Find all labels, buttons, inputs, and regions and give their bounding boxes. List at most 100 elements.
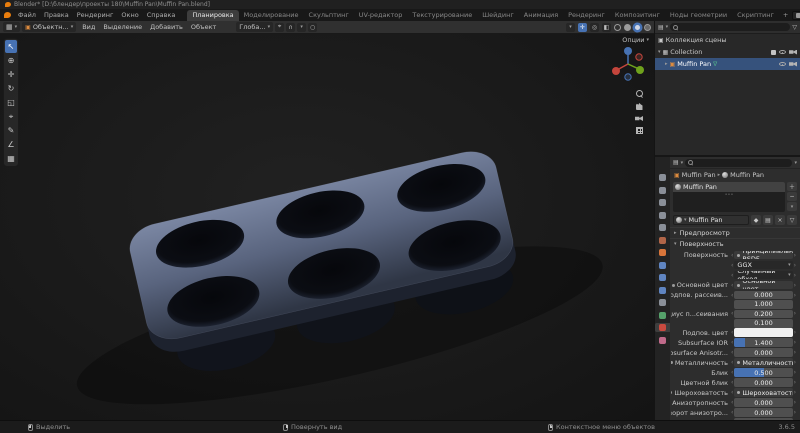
property-slider[interactable]: 0.500 (734, 368, 792, 377)
workspace-tab[interactable]: Планировка (187, 10, 238, 22)
cursor-tool[interactable]: ⊕ (5, 54, 17, 67)
property-slider[interactable]: 0.000 (734, 408, 792, 417)
hide-eye-icon[interactable] (779, 50, 786, 54)
properties-search-input[interactable] (685, 159, 792, 167)
viewport-menu-item[interactable]: Выделение (99, 22, 146, 32)
material-slot-list[interactable]: Muffin Pan ••• (673, 182, 785, 212)
add-cube-tool[interactable]: ▦ (5, 152, 17, 165)
viewport-menu-item[interactable]: Вид (78, 22, 99, 32)
add-slot-button[interactable]: ＋ (787, 182, 797, 191)
render-visibility-icon[interactable] (789, 50, 797, 55)
workspace-tab[interactable]: Текстурирование (407, 10, 477, 22)
shading-material-preview-button[interactable] (634, 24, 641, 31)
workspace-tab[interactable]: Скриптинг (732, 10, 779, 22)
property-value-field[interactable]: 1.000 (734, 300, 792, 309)
material-slot-item[interactable]: Muffin Pan (673, 182, 785, 192)
rotate-tool[interactable]: ↻ (5, 82, 17, 95)
unlink-material-button[interactable]: × (775, 215, 785, 225)
scene-selector[interactable]: ▾ Scene (792, 11, 800, 20)
navigation-gizmo[interactable] (610, 46, 646, 82)
workspace-tab[interactable]: Композитинг (610, 10, 665, 22)
zoom-icon[interactable] (636, 90, 643, 97)
hide-eye-icon[interactable] (779, 62, 786, 66)
menu-item[interactable]: Справка (143, 10, 180, 20)
viewport-menu-item[interactable]: Объект (187, 22, 220, 32)
annotate-tool[interactable]: ✎ (5, 124, 17, 137)
measure-tool[interactable]: ∠ (5, 138, 17, 151)
property-slider[interactable]: 0.000 (734, 348, 792, 357)
outliner-row-muffin-pan[interactable]: ▸ ▣ Muffin Pan ∇ (655, 58, 800, 70)
pan-hand-icon[interactable] (636, 103, 643, 110)
copy-material-button[interactable]: ▤ (763, 215, 773, 225)
workspace-tab[interactable]: Моделирование (239, 10, 304, 22)
xray-toggle[interactable]: ◧ (602, 23, 611, 32)
menu-item[interactable]: Рендеринг (73, 10, 118, 20)
3d-viewport[interactable]: ↖⊕✛↻◱⌖✎∠▦ Опции▾ (0, 34, 654, 420)
muffin-pan-object[interactable] (0, 34, 654, 420)
material-name-field[interactable]: ▾ Muffin Pan (673, 215, 749, 225)
property-link-field[interactable]: Принципиальный BSDF (734, 251, 792, 260)
filter-icon[interactable]: ▽ (792, 24, 797, 31)
transform-tool[interactable]: ⌖ (5, 110, 17, 123)
color-swatch[interactable] (734, 328, 792, 337)
property-dropdown[interactable]: Случайный обход▾ (734, 271, 792, 280)
perspective-toggle-icon[interactable] (636, 127, 643, 134)
property-dropdown[interactable]: GGX▾ (734, 261, 792, 270)
property-slider[interactable]: 0.000 (734, 291, 792, 300)
expand-arrow-icon[interactable]: ▸ (665, 61, 668, 67)
add-workspace-button[interactable]: + (779, 10, 792, 20)
workspace-tab[interactable]: UV-редактор (354, 10, 408, 22)
blender-menu-icon[interactable] (4, 12, 11, 18)
workspace-tab[interactable]: Шейдинг (477, 10, 519, 22)
mode-selector[interactable]: ▣ Объектн... ▾ (22, 22, 76, 32)
shading-wireframe-button[interactable] (614, 24, 621, 31)
expand-arrow-icon[interactable]: ▾ (658, 49, 661, 55)
shading-rendered-button[interactable] (644, 24, 651, 31)
workspace-tab[interactable]: Скульптинг (304, 10, 354, 22)
property-link-field[interactable]: Шероховатость (734, 388, 792, 397)
remove-slot-button[interactable]: − (787, 192, 797, 201)
camera-view-icon[interactable] (635, 116, 643, 121)
select-box-tool[interactable]: ↖ (5, 40, 17, 53)
surface-panel-header[interactable]: ▾ Поверхность (670, 238, 800, 249)
shading-solid-button[interactable] (624, 24, 631, 31)
node-tree-button[interactable]: ▽ (787, 215, 797, 225)
slot-specials-button[interactable]: ▾ (787, 202, 797, 211)
proportional-editing-toggle[interactable]: ○ (308, 23, 317, 32)
overlays-toggle[interactable]: ◎ (590, 23, 599, 32)
property-value-field[interactable]: 0.100 (734, 319, 792, 328)
exclude-checkbox[interactable] (771, 50, 776, 55)
transform-orientation-selector[interactable]: Глоба... ▾ (236, 22, 273, 32)
menu-item[interactable]: Окно (117, 10, 142, 20)
editor-type-button[interactable]: ▦▾ (3, 22, 20, 32)
move-tool[interactable]: ✛ (5, 68, 17, 81)
gizmos-toggle[interactable]: ✛ (578, 23, 587, 32)
property-value-field[interactable]: 0.200 (734, 310, 792, 319)
property-slider[interactable]: 0.000 (734, 398, 792, 407)
outliner-search-input[interactable] (670, 23, 790, 31)
property-slider[interactable]: 0.000 (734, 378, 792, 387)
property-link-field[interactable]: Основной цвет (734, 281, 792, 290)
viewport-menu-item[interactable]: Добавить (146, 22, 187, 32)
properties-editor-icon[interactable]: ▤ (673, 159, 679, 166)
scale-tool[interactable]: ◱ (5, 96, 17, 109)
fake-user-button[interactable]: ◆ (751, 215, 761, 225)
property-row: Анизотропность 0.000 (670, 398, 798, 408)
workspace-tab[interactable]: Анимация (519, 10, 563, 22)
outliner-row-collection[interactable]: ▾ ▦ Collection (655, 46, 800, 58)
outliner-row-scene-collection[interactable]: ▣ Коллекция сцены (655, 34, 800, 46)
workspace-tab[interactable]: Рендеринг (563, 10, 610, 22)
snap-magnet-toggle[interactable]: ∩ (286, 23, 295, 32)
menu-item[interactable]: Файл (14, 10, 40, 20)
pivot-point-button[interactable]: ⌖ (275, 23, 284, 32)
preview-panel-header[interactable]: ▸ Предпросмотр (670, 227, 800, 238)
property-link-field[interactable]: Металличность (734, 358, 792, 367)
menu-item[interactable]: Правка (40, 10, 73, 20)
property-slider[interactable]: 1.400 (734, 338, 792, 347)
render-visibility-icon[interactable] (789, 62, 797, 67)
outliner-editor-icon[interactable]: ▤ (658, 24, 664, 31)
options-dropdown[interactable]: Опции▾ (622, 36, 649, 44)
visibility-dropdown[interactable]: ▾ (566, 23, 575, 32)
snap-dropdown[interactable]: ▾ (297, 23, 306, 32)
workspace-tab[interactable]: Ноды геометрии (665, 10, 732, 22)
